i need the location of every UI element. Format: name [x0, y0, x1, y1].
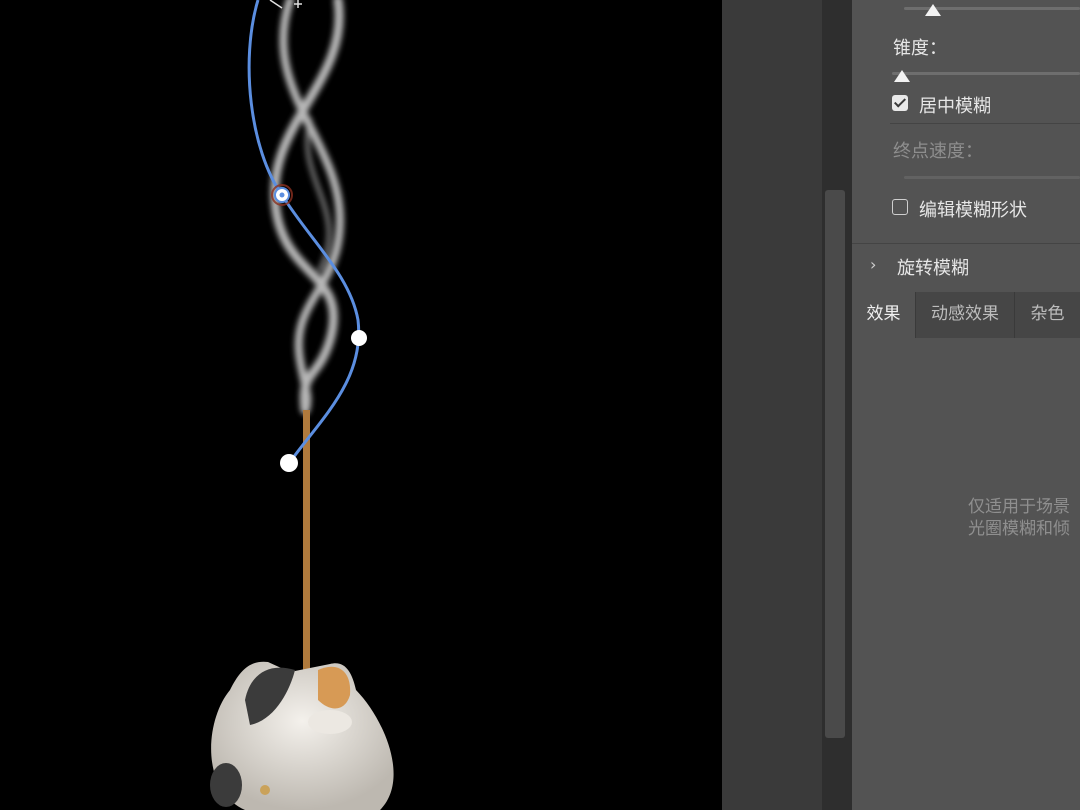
- canvas-artwork: [210, 0, 394, 810]
- end-speed-slider-track[interactable]: [904, 176, 1080, 179]
- taper-label: 锥度：: [893, 38, 947, 59]
- spin-blur-section[interactable]: › 旋转模糊: [852, 244, 1080, 288]
- tab-noise[interactable]: 杂色: [1015, 292, 1080, 338]
- blur-tools-panel: 锥度： 居中模糊 终点速度： 编辑模糊形状 › 旋转模糊 效果 动感效果 杂色 …: [852, 0, 1080, 810]
- tab-motion-effects[interactable]: 动感效果: [916, 292, 1014, 338]
- tab-effects[interactable]: 效果: [852, 292, 915, 338]
- scrollbar-thumb[interactable]: [825, 190, 845, 738]
- taper-slider-track[interactable]: [892, 72, 1080, 75]
- image-canvas[interactable]: [0, 0, 722, 810]
- spin-blur-label: 旋转模糊: [897, 258, 969, 279]
- blur-strength-slider-thumb[interactable]: [925, 4, 941, 16]
- effects-tab-bar: 效果 动感效果 杂色: [852, 292, 1080, 338]
- cat-figurine: [210, 661, 394, 810]
- workspace-gutter: [722, 0, 822, 810]
- taper-slider-thumb[interactable]: [894, 70, 910, 82]
- panel-scrollbar[interactable]: [822, 0, 852, 810]
- effects-info-line-2: 光圈模糊和倾: [968, 519, 1070, 539]
- chevron-right-icon: ›: [870, 255, 877, 274]
- center-blur-checkbox[interactable]: [892, 95, 908, 111]
- end-speed-label: 终点速度：: [893, 141, 983, 162]
- edit-blur-shape-label[interactable]: 编辑模糊形状: [919, 196, 1027, 222]
- divider: [890, 123, 1080, 124]
- center-blur-label[interactable]: 居中模糊: [919, 92, 991, 118]
- edit-blur-shape-checkbox[interactable]: [892, 199, 908, 215]
